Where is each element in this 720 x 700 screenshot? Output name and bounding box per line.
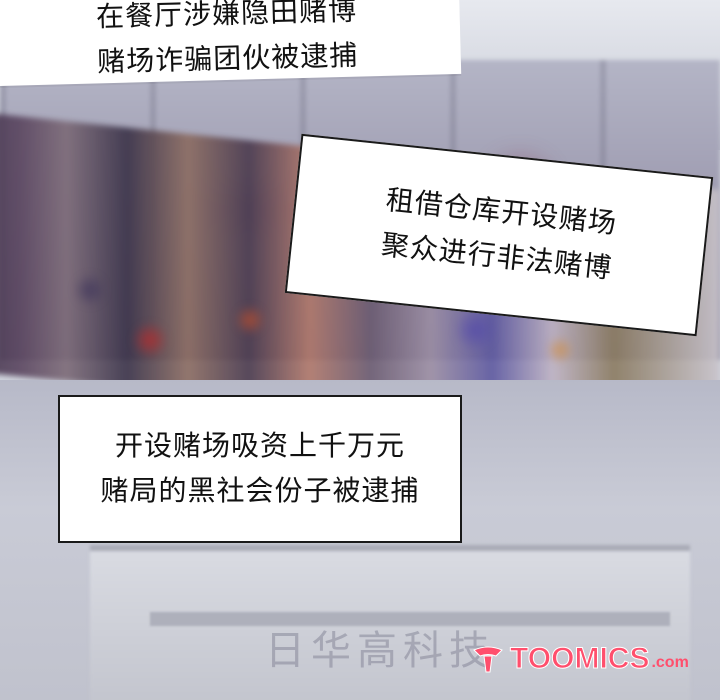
watermark-text: 日华高科技 [265,628,495,674]
toomics-logo: TOOMICS .com [470,642,689,676]
caption-bottom-line1: 开设赌场吸资上千万元 [114,429,405,463]
comic-panel: 在餐厅涉嫌隐田赌博 赌场诈骗团伙被逮捕 租借仓库开设赌场 聚众进行非法赌博 开设… [0,0,720,700]
toomics-logo-suffix: .com [651,654,689,671]
caption-top-line2: 赌场诈骗团伙被逮捕 [96,38,359,79]
caption-box-bottom: 开设赌场吸资上千万元 赌局的黑社会份子被逮捕 [58,395,462,543]
toomics-mark-icon [470,644,506,674]
toomics-logo-text: TOOMICS [509,642,650,676]
caption-box-top: 在餐厅涉嫌隐田赌博 赌场诈骗团伙被逮捕 [0,0,462,87]
caption-bottom-line2: 赌局的黑社会份子被逮捕 [100,474,420,507]
